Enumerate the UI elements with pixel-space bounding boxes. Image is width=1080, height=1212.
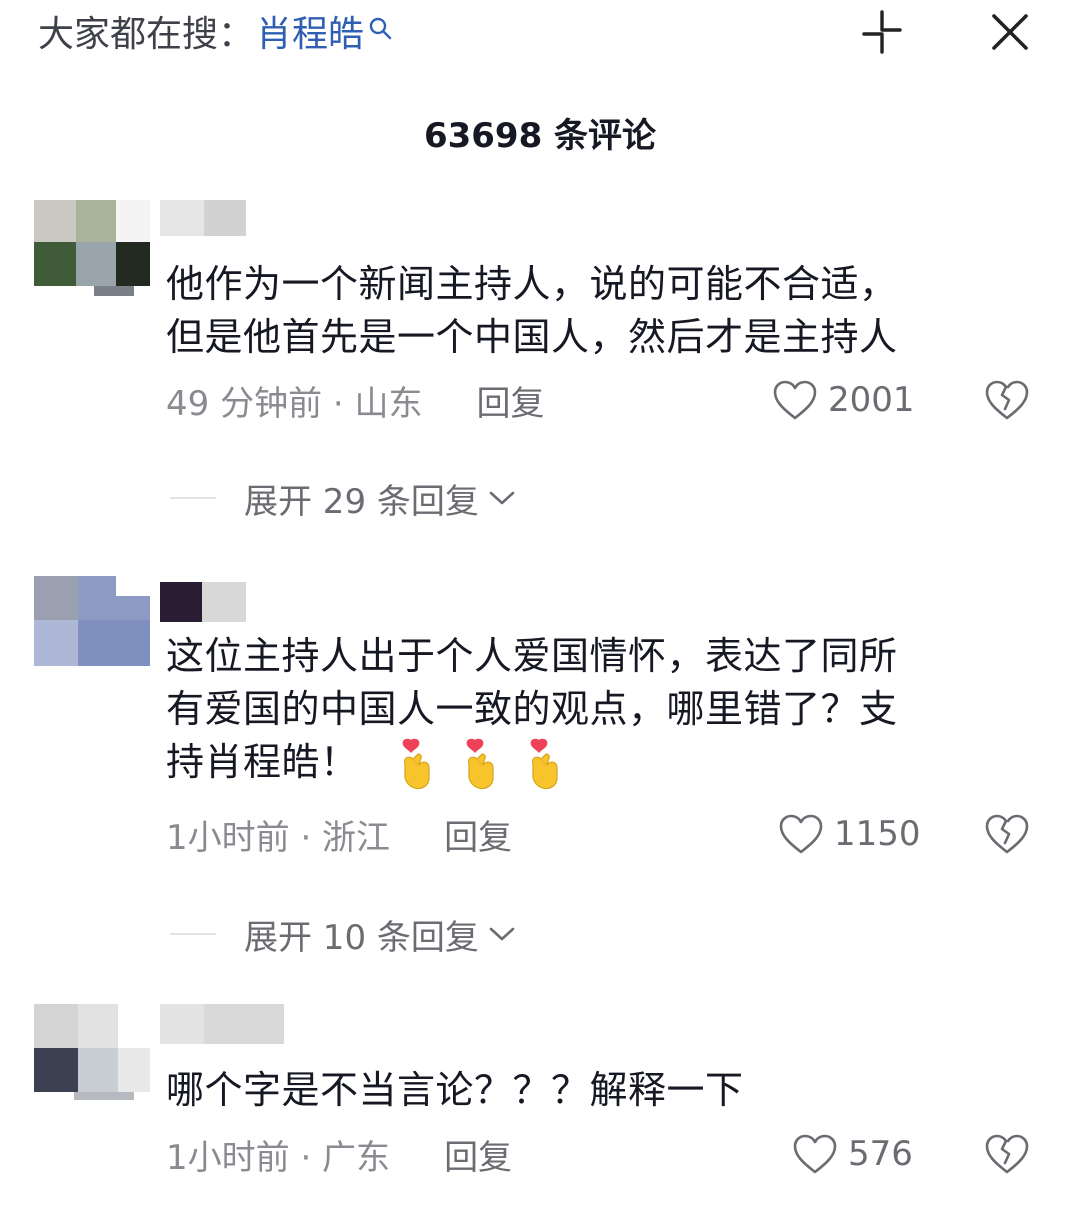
username-masked[interactable] (160, 582, 246, 622)
divider-line (170, 933, 216, 935)
heart-icon (779, 814, 823, 854)
comment-text: 他作为一个新闻主持人，说的可能不合适， 但是他首先是一个中国人，然后才是主持人 (166, 262, 898, 359)
comment-time-location: 1小时前 · 浙江 (166, 817, 391, 858)
reply-button[interactable]: 回复 (444, 1130, 512, 1179)
expand-replies-label: 展开 29 条回复 (244, 481, 479, 522)
comment-meta: 49 分钟前 · 山东 回复 (166, 376, 545, 425)
avatar[interactable] (34, 1004, 150, 1100)
avatar[interactable] (34, 576, 150, 672)
avatar[interactable] (34, 200, 150, 296)
like-button[interactable]: 576 (792, 1132, 913, 1176)
reply-button[interactable]: 回复 (477, 376, 545, 425)
finger-heart-emoji (530, 738, 558, 789)
like-count: 2001 (828, 380, 915, 420)
search-suggestion[interactable]: 大家都在搜： 肖程皓 (38, 6, 394, 56)
comment-meta: 1小时前 · 广东 回复 (166, 1130, 512, 1179)
reply-button[interactable]: 回复 (444, 810, 512, 859)
heart-icon (793, 1134, 837, 1174)
expand-replies-label: 展开 10 条回复 (244, 917, 479, 958)
finger-heart-emoji (466, 738, 494, 789)
username-masked[interactable] (160, 200, 246, 236)
chevron-down-icon (489, 927, 515, 941)
like-button[interactable]: 1150 (778, 812, 921, 856)
like-count: 576 (848, 1134, 913, 1174)
close-icon[interactable] (986, 8, 1034, 56)
top-bar: 大家都在搜： 肖程皓 (0, 0, 1080, 70)
search-suggestion-prefix: 大家都在搜： (38, 14, 255, 55)
emoji-group (395, 738, 567, 792)
like-button[interactable]: 2001 (772, 378, 915, 422)
like-count: 1150 (834, 814, 921, 854)
comment-time-location: 49 分钟前 · 山东 (166, 383, 423, 424)
search-suggestion-term[interactable]: 肖程皓 (256, 5, 364, 57)
broken-heart-icon[interactable] (984, 812, 1030, 858)
heart-icon (773, 380, 817, 420)
divider-line (170, 497, 216, 499)
collapse-icon[interactable] (858, 8, 906, 56)
comment-meta: 1小时前 · 浙江 回复 (166, 810, 512, 859)
comment-text: 这位主持人出于个人爱国情怀，表达了同所 有爱国的中国人一致的观点，哪里错了？支 … (166, 630, 1026, 792)
broken-heart-icon[interactable] (984, 1132, 1030, 1178)
username-masked[interactable] (160, 1004, 284, 1044)
expand-replies-button[interactable]: 展开 10 条回复 (170, 912, 517, 958)
comment-time-location: 1小时前 · 广东 (166, 1137, 391, 1178)
chevron-down-icon (489, 491, 515, 505)
expand-replies-button[interactable]: 展开 29 条回复 (170, 476, 517, 522)
finger-heart-emoji (402, 738, 430, 789)
comment-text: 哪个字是不当言论？？？解释一下 (166, 1068, 744, 1112)
comments-count-title: 63698 条评论 (423, 116, 657, 156)
broken-heart-icon[interactable] (984, 378, 1030, 424)
search-icon[interactable] (368, 10, 394, 40)
